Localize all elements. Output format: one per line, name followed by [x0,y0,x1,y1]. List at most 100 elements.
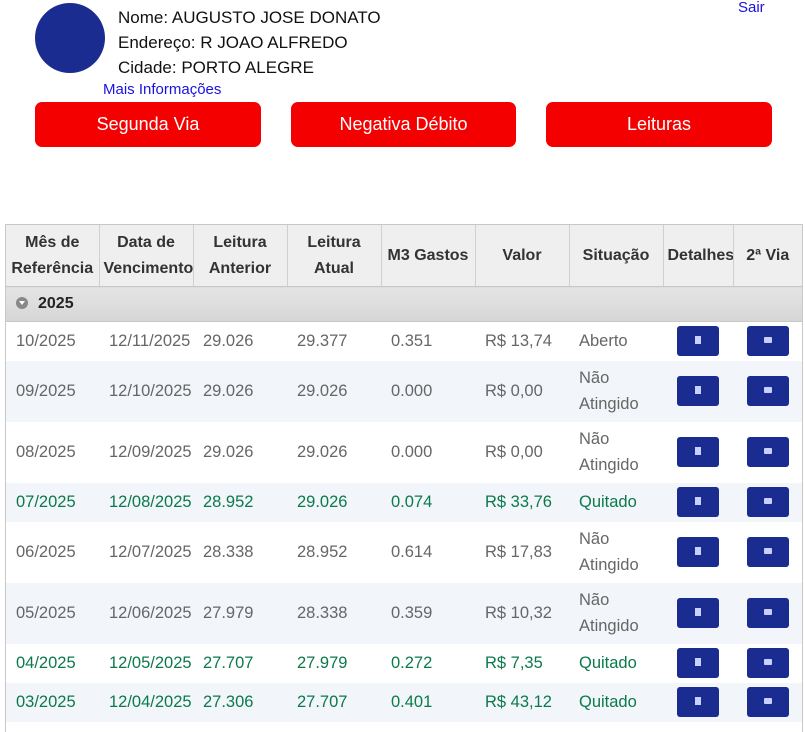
cell-current-reading: 27.707 [287,682,381,722]
table-row: 09/2025 12/10/2025 29.026 29.026 0.000 R$ 0,0… [6,360,802,422]
cell-previous-reading: 28.338 [193,521,287,583]
print-icon [763,659,772,665]
cell-previous-reading: 27.707 [193,643,287,683]
cell-m3-used: 0.351 [381,321,475,361]
document-icon [695,336,701,345]
header-month[interactable]: Mês de Referência [6,225,100,287]
cell-due-date: 12/07/2025 [99,521,193,583]
print-icon [763,337,772,344]
document-icon [695,697,701,705]
details-button[interactable] [677,437,719,467]
details-button[interactable] [677,598,719,628]
copy-cell [733,643,802,683]
header-value[interactable]: Valor [475,225,570,287]
details-cell [663,582,733,644]
details-button[interactable] [677,487,719,517]
header-due-date[interactable]: Data de Vencimento [99,225,194,287]
cell-due-date: 12/09/2025 [99,421,193,483]
cell-status: Não Atingido [569,521,663,583]
cell-value: R$ 7,35 [475,643,569,683]
collapse-caret-icon[interactable] [16,296,28,309]
cell-m3-used: 0.272 [381,643,475,683]
group-label: 2025 [38,295,74,312]
second-copy-print-button[interactable] [746,376,789,406]
cell-status: Aberto [569,321,663,361]
print-icon [763,548,772,554]
document-icon [695,547,701,555]
cell-current-reading: 27.979 [287,643,381,683]
customer-name: Nome: AUGUSTO JOSE DONATO [118,8,381,27]
document-icon [695,497,701,505]
bills-table: Mês de Referência Data de Vencimento Lei… [5,224,803,732]
cell-month: 03/2025 [6,682,99,722]
details-cell [663,360,733,422]
details-cell [663,482,733,522]
details-button[interactable] [677,537,719,567]
customer-info: Nome: AUGUSTO JOSE DONATO Endereço: R JO… [118,5,381,80]
cell-m3-used: 0.614 [381,521,475,583]
negative-debt-button[interactable]: Negativa Débito [291,102,516,147]
cell-m3-used: 0.359 [381,582,475,644]
cell-previous-reading: 29.026 [193,321,287,361]
customer-address: Endereço: R JOAO ALFREDO [118,33,348,52]
cell-current-reading: 29.026 [287,482,381,522]
cell-month: 04/2025 [6,643,99,683]
details-button[interactable] [677,687,719,717]
cell-due-date: 12/05/2025 [99,643,193,683]
cell-value: R$ 0,00 [475,421,569,483]
header-m3-used[interactable]: M3 Gastos [381,225,476,287]
details-cell [663,682,733,722]
cell-month: 09/2025 [6,360,99,422]
header-previous-reading[interactable]: Leitura Anterior [193,225,288,287]
copy-cell [733,521,802,583]
cell-status: Quitado [569,643,663,683]
second-copy-print-button[interactable] [746,537,789,567]
cell-month: 07/2025 [6,482,99,522]
second-copy-print-button[interactable] [746,326,789,357]
second-copy-print-button[interactable] [746,437,789,467]
copy-cell [733,582,802,644]
cell-m3-used: 0.000 [381,421,475,483]
details-button[interactable] [677,376,719,406]
header-current-reading[interactable]: Leitura Atual [287,225,382,287]
details-cell [663,643,733,683]
second-copy-print-button[interactable] [746,598,789,628]
cell-status: Quitado [569,482,663,522]
header-details[interactable]: Detalhes [663,225,734,287]
document-icon [695,608,701,616]
table-row: 06/2025 12/07/2025 28.338 28.952 0.614 R$ 17,… [6,521,802,583]
cell-status: Quitado [569,682,663,722]
readings-button[interactable]: Leituras [546,102,772,147]
copy-cell [733,682,802,722]
header-copy[interactable]: 2ª Via [733,225,802,287]
cell-current-reading: 28.952 [287,521,381,583]
details-button[interactable] [677,648,719,678]
cell-due-date: 12/08/2025 [99,482,193,522]
print-icon [763,698,772,704]
print-icon [763,498,772,504]
cell-month: 05/2025 [6,582,99,644]
cell-previous-reading: 29.026 [193,360,287,422]
cell-previous-reading: 27.979 [193,582,287,644]
copy-cell [733,360,802,422]
table-row: 05/2025 12/06/2025 27.979 28.338 0.359 R$ 10,… [6,582,802,644]
copy-cell [733,321,802,361]
second-copy-print-button[interactable] [746,487,789,517]
cell-previous-reading: 27.306 [193,682,287,722]
cell-value: R$ 13,74 [475,321,569,361]
second-copy-button[interactable]: Segunda Via [35,102,261,147]
header-status[interactable]: Situação [569,225,664,287]
document-icon [695,658,701,666]
cell-previous-reading: 28.952 [193,482,287,522]
table-row: 10/2025 12/11/2025 29.026 29.377 0.351 R$ 13,… [6,321,802,361]
logout-link[interactable]: Sair [738,0,765,16]
table-row: 03/2025 12/04/2025 27.306 27.707 0.401 R$ 43,… [6,682,802,722]
details-button[interactable] [677,326,719,357]
cell-due-date: 12/11/2025 [99,321,193,361]
group-row[interactable]: 2025 [6,286,802,322]
cell-status: Não Atingido [569,360,663,422]
second-copy-print-button[interactable] [746,687,789,717]
details-cell [663,421,733,483]
second-copy-print-button[interactable] [746,648,789,678]
more-info-link[interactable]: Mais Informações [103,81,221,98]
